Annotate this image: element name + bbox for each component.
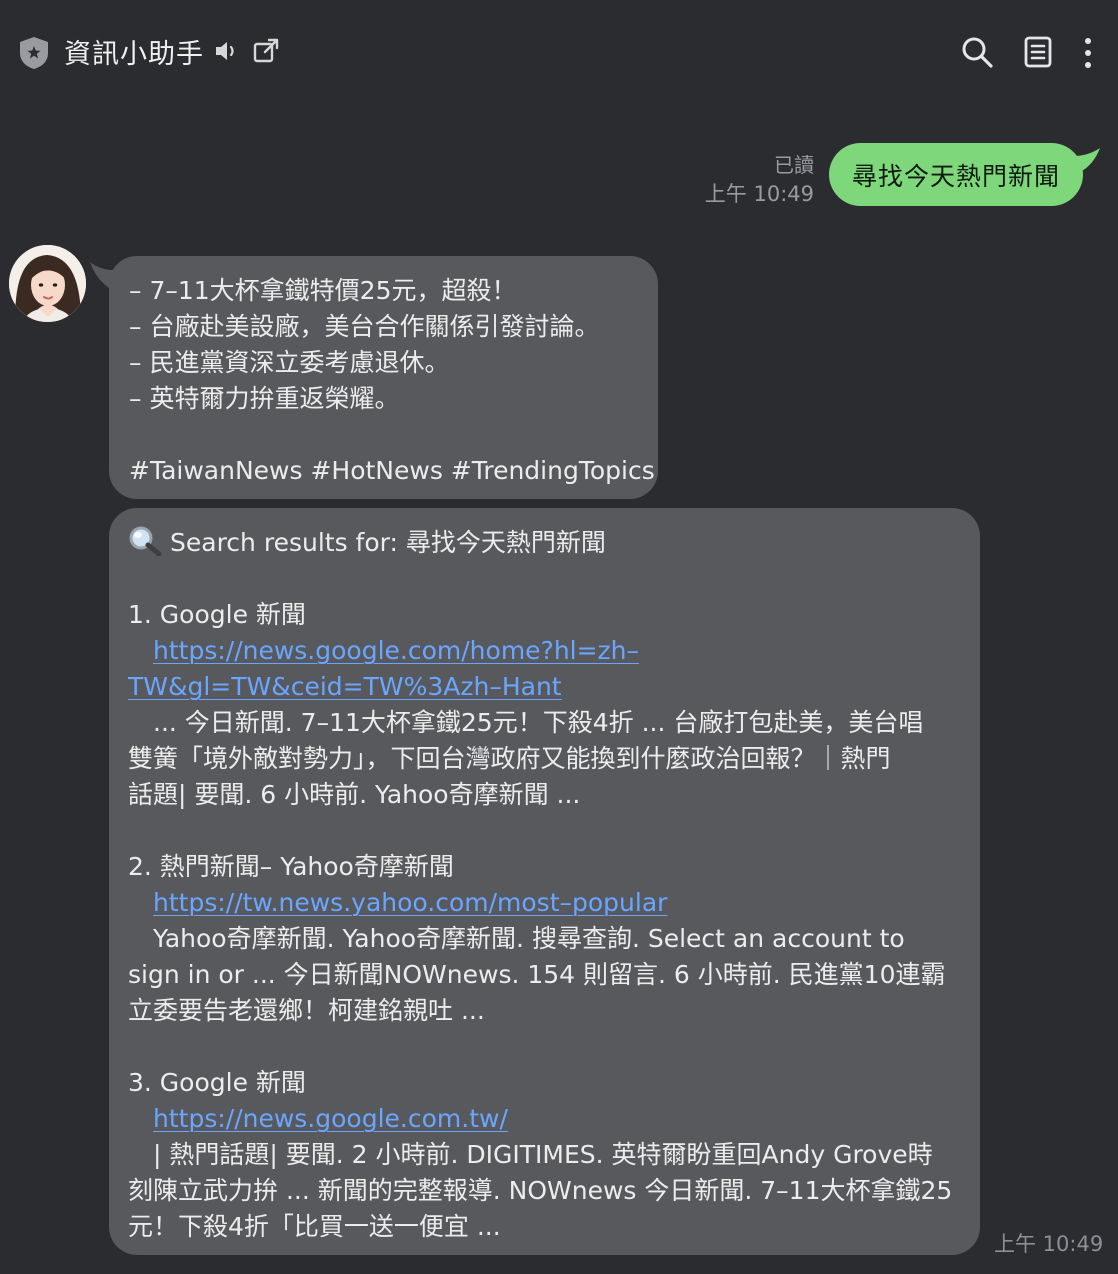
news-line: – 台廠赴美設廠，美台合作關係引發討論。 [129,312,600,341]
result-url[interactable]: https://news.google.com.tw/ [153,1104,508,1133]
result-snippet: 元！下殺4折「比買一送一便宜 ... [128,1212,501,1241]
result-url-continued[interactable]: TW&gl=TW&ceid=TW%3Azh–Hant [128,672,562,701]
avatar-portrait [9,245,86,322]
search-results-bubble[interactable]: Search results for: 尋找今天熱門新聞 1. Google 新… [109,508,980,1255]
outgoing-message-bubble[interactable]: 尋找今天熱門新聞 [829,143,1083,206]
more-vertical-icon[interactable] [1076,36,1100,70]
avatar[interactable] [9,245,86,322]
external-link-icon[interactable] [252,37,280,65]
news-line: – 民進黨資深立委考慮退休。 [129,348,450,377]
incoming-message-bubble[interactable]: – 7–11大杯拿鐵特價25元，超殺！ – 台廠赴美設廠，美台合作關係引發討論。… [109,256,658,499]
result-link-continued[interactable]: TW&gl=TW&ceid=TW%3Azh–Hant [128,669,960,705]
news-line: – 7–11大杯拿鐵特價25元，超殺！ [129,276,517,305]
speaker-icon[interactable] [213,38,239,64]
search-results-header: Search results for: 尋找今天熱門新聞 [128,525,960,561]
result-snippet: Yahoo奇摩新聞. Yahoo奇摩新聞. 搜尋查詢. Select an ac… [153,924,905,953]
result-snippet: ... 今日新聞. 7–11大杯拿鐵25元！下殺4折 ... 台廠打包赴美，美台… [153,708,924,737]
result-snippet: 話題| 要聞. 6 小時前. Yahoo奇摩新聞 ... [128,780,581,809]
result-snippet: 刻陳立武力拚 ... 新聞的完整報導. NOWnews 今日新聞. 7–11大杯… [128,1176,953,1205]
chat-header: 資訊小助手 [0,0,1118,104]
outgoing-timestamp: 上午 10:49 [704,182,814,206]
chat-window: 資訊小助手 已讀 上午 10:49 尋找今天熱門新聞 – 7–11大杯拿鐵特價2… [0,0,1118,1274]
result-snippet: | 熱門話題| 要聞. 2 小時前. DIGITIMES. 英特爾盼重回Andy… [153,1140,933,1169]
result-link[interactable]: https://tw.news.yahoo.com/most–popular [128,885,960,921]
shield-icon [20,37,48,69]
result-title: 2. 熱門新聞– Yahoo奇摩新聞 [128,852,454,881]
result-link[interactable]: https://news.google.com/home?hl=zh– [128,633,960,669]
result-title: 3. Google 新聞 [128,1068,306,1097]
magnifier-emoji-icon [129,526,162,556]
read-receipt: 已讀 [774,153,814,177]
news-line: – 英特爾力拚重返榮耀。 [129,384,400,413]
notes-icon[interactable] [1022,35,1054,69]
hashtags: #TaiwanNews #HotNews #TrendingTopics [129,456,655,485]
result-snippet: sign in or ... 今日新聞NOWnews. 154 則留言. 6 小… [128,960,946,989]
result-title: 1. Google 新聞 [128,600,306,629]
search-icon[interactable] [960,35,994,69]
chat-title[interactable]: 資訊小助手 [64,32,204,71]
result-snippet: 立委要告老還鄉！柯建銘親吐 ... [128,996,485,1025]
result-url[interactable]: https://tw.news.yahoo.com/most–popular [153,888,667,917]
result-link[interactable]: https://news.google.com.tw/ [128,1101,960,1137]
result-url[interactable]: https://news.google.com/home?hl=zh– [153,636,639,665]
incoming-timestamp: 上午 10:49 [994,1232,1104,1256]
result-snippet: 雙簧「境外敵對勢力」，下回台灣政府又能換到什麼政治回報？｜熱門 [128,744,891,773]
search-results-header-text: Search results for: 尋找今天熱門新聞 [170,528,606,557]
